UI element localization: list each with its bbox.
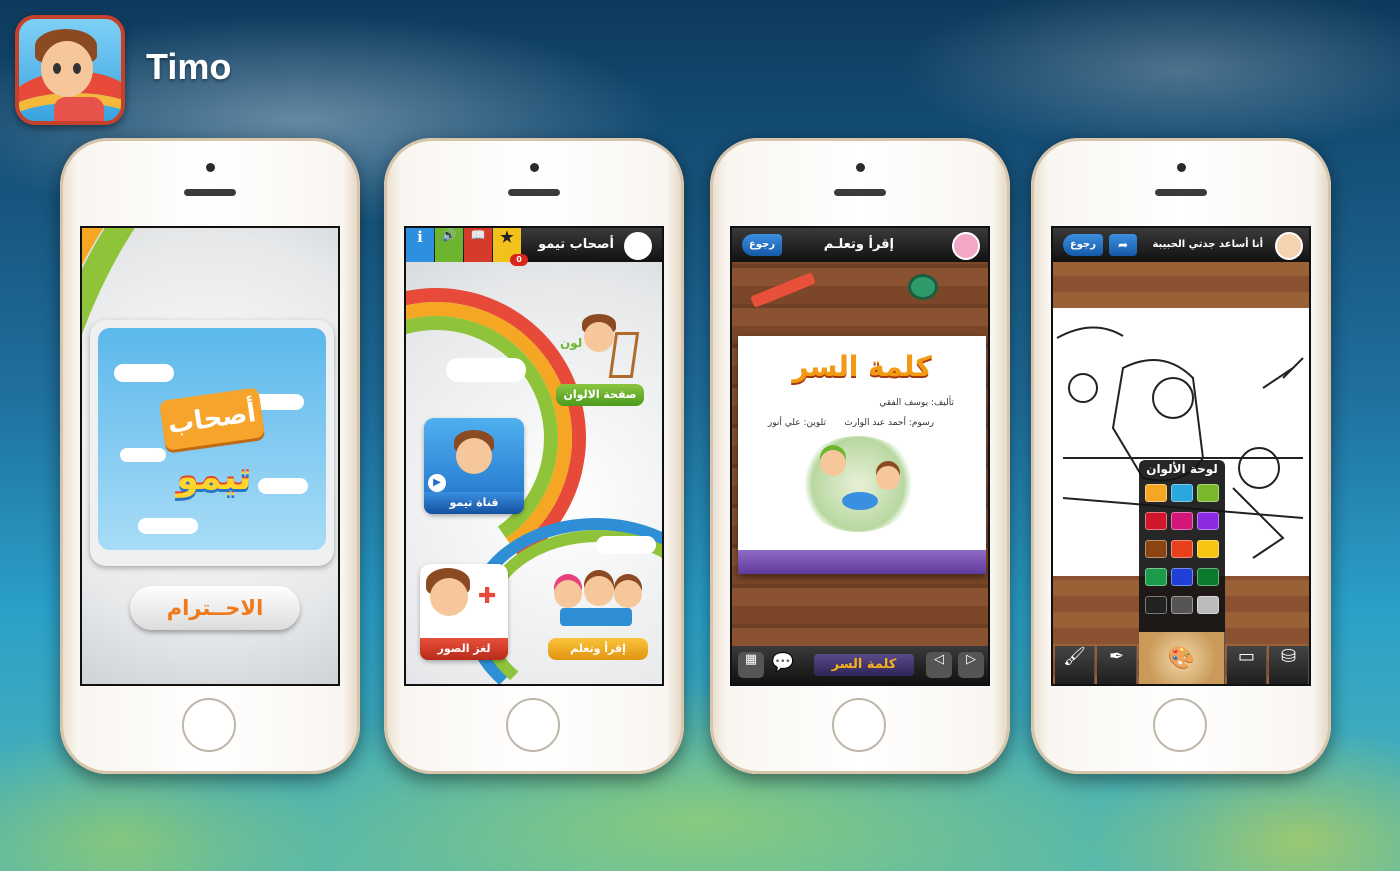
colors-badge: لون xyxy=(560,336,583,350)
card-picture-puzzle[interactable]: ✚ لغز الصور xyxy=(420,564,508,660)
sharpener-icon xyxy=(908,274,938,300)
home-button[interactable] xyxy=(506,698,560,752)
color-swatch[interactable] xyxy=(1145,484,1167,502)
book-button[interactable]: 📖 xyxy=(464,228,492,262)
color-swatch[interactable] xyxy=(1197,512,1219,530)
color-palette-panel: لوحة الألوان xyxy=(1139,460,1225,638)
card-label: صفحة الالوان xyxy=(556,384,644,406)
book-icon xyxy=(560,608,632,626)
read-learn-screen: إقرأ وتعلـم رجوع كلمة السر تأليف: يوسف ا… xyxy=(730,226,990,686)
illustrator-line: رسوم: أحمد عبد الوارث xyxy=(844,418,934,428)
puzzle-icon: ✚ xyxy=(478,584,497,609)
color-swatch[interactable] xyxy=(1171,568,1193,586)
palette-tool[interactable]: 🎨 xyxy=(1139,632,1225,684)
card-label: لغز الصور xyxy=(420,638,508,660)
colorist-line: تلوين: علي أنور xyxy=(767,418,826,428)
color-swatch[interactable] xyxy=(1171,596,1193,614)
page-title: أصحاب تيمو xyxy=(538,237,614,252)
color-swatch[interactable] xyxy=(1171,540,1193,558)
home-button[interactable] xyxy=(832,698,886,752)
phone-1: أصحاب تيمو الاحــترام xyxy=(60,138,360,774)
avatar[interactable] xyxy=(952,232,980,260)
avatar[interactable] xyxy=(1275,232,1303,260)
card-timo-channel[interactable]: ▶ قناة تيمو xyxy=(424,418,524,514)
card-label: قناة تيمو xyxy=(424,492,524,514)
front-camera xyxy=(530,163,539,172)
color-swatch[interactable] xyxy=(1197,568,1219,586)
palette-title: لوحة الألوان xyxy=(1146,462,1218,476)
front-camera xyxy=(856,163,865,172)
info-button[interactable]: i xyxy=(406,228,434,262)
front-camera xyxy=(1177,163,1186,172)
color-swatch[interactable] xyxy=(1145,596,1167,614)
app-name: Timo xyxy=(146,46,232,87)
author-line: تأليف: يوسف الفقي xyxy=(879,398,954,408)
play-icon[interactable]: ▶ xyxy=(428,474,446,492)
speaker-grille xyxy=(508,189,560,196)
book-caption: كلمة السر xyxy=(814,654,914,676)
bottom-toolbar: ▦ 💬 كلمة السر ◁ ▷ xyxy=(732,646,988,684)
color-swatch[interactable] xyxy=(1197,484,1219,502)
page-title: إقرأ وتعلـم xyxy=(823,237,894,252)
sound-button[interactable]: 🔊 xyxy=(435,228,463,262)
logo-word-top: أصحاب xyxy=(159,387,265,451)
avatar[interactable] xyxy=(624,232,652,260)
page-footer-band xyxy=(738,550,986,574)
app-logo: أصحاب تيمو xyxy=(90,320,334,566)
next-page-button[interactable]: ▷ xyxy=(958,652,984,678)
color-swatch[interactable] xyxy=(1145,540,1167,558)
header-bar: أنا أساعد جدتي الحبيبة ➦ رجوع xyxy=(1053,228,1309,262)
home-menu-screen: أصحاب تيمو i 🔊 📖 ★ 0 لون صفحة الالوان ▶ … xyxy=(404,226,664,686)
card-read-learn[interactable]: إقرأ وتعلم xyxy=(548,572,648,660)
color-swatch[interactable] xyxy=(1197,540,1219,558)
logo-word-bottom: تيمو xyxy=(176,457,252,498)
speaker-grille xyxy=(834,189,886,196)
star-count-badge: 0 xyxy=(510,254,528,266)
card-label: إقرأ وتعلم xyxy=(548,638,648,660)
color-swatch[interactable] xyxy=(1171,484,1193,502)
color-swatch[interactable] xyxy=(1145,568,1167,586)
card-coloring-page[interactable]: لون صفحة الالوان xyxy=(556,314,644,406)
coloring-screen: أنا أساعد جدتي الحبيبة ➦ رجوع لوحة الألو… xyxy=(1051,226,1311,686)
brush-tool[interactable]: 🖌 xyxy=(1055,646,1095,684)
home-button[interactable] xyxy=(1153,698,1207,752)
page-title: أنا أساعد جدتي الحبيبة xyxy=(1152,239,1263,250)
grid-menu-button[interactable]: ▦ xyxy=(738,652,764,678)
share-button[interactable]: ➦ xyxy=(1109,234,1137,256)
color-swatch[interactable] xyxy=(1171,512,1193,530)
splash-screen: أصحاب تيمو الاحــترام xyxy=(80,226,340,686)
header-bar: إقرأ وتعلـم رجوع xyxy=(732,228,988,262)
book-page: كلمة السر تأليف: يوسف الفقي رسوم: أحمد ع… xyxy=(738,336,986,574)
color-swatch[interactable] xyxy=(1145,512,1167,530)
book-title: كلمة السر xyxy=(792,350,932,383)
phone-4: أنا أساعد جدتي الحبيبة ➦ رجوع لوحة الألو… xyxy=(1031,138,1331,774)
fill-bucket-tool[interactable]: ⛁ xyxy=(1269,646,1309,684)
paint-tool[interactable]: ✒ xyxy=(1097,646,1137,684)
app-icon xyxy=(15,15,125,125)
respect-button[interactable]: الاحــترام xyxy=(130,586,300,630)
color-swatch[interactable] xyxy=(1197,596,1219,614)
speaker-grille xyxy=(184,189,236,196)
speech-bubble-button[interactable]: 💬 xyxy=(770,652,796,678)
cover-illustration xyxy=(798,436,918,532)
prev-page-button[interactable]: ◁ xyxy=(926,652,952,678)
back-button[interactable]: رجوع xyxy=(742,234,782,256)
phone-2: أصحاب تيمو i 🔊 📖 ★ 0 لون صفحة الالوان ▶ … xyxy=(384,138,684,774)
home-button[interactable] xyxy=(182,698,236,752)
speaker-grille xyxy=(1155,189,1207,196)
back-button[interactable]: رجوع xyxy=(1063,234,1103,256)
eraser-tool[interactable]: ▭ xyxy=(1227,646,1267,684)
phone-3: إقرأ وتعلـم رجوع كلمة السر تأليف: يوسف ا… xyxy=(710,138,1010,774)
front-camera xyxy=(206,163,215,172)
pencil-icon xyxy=(750,272,816,308)
